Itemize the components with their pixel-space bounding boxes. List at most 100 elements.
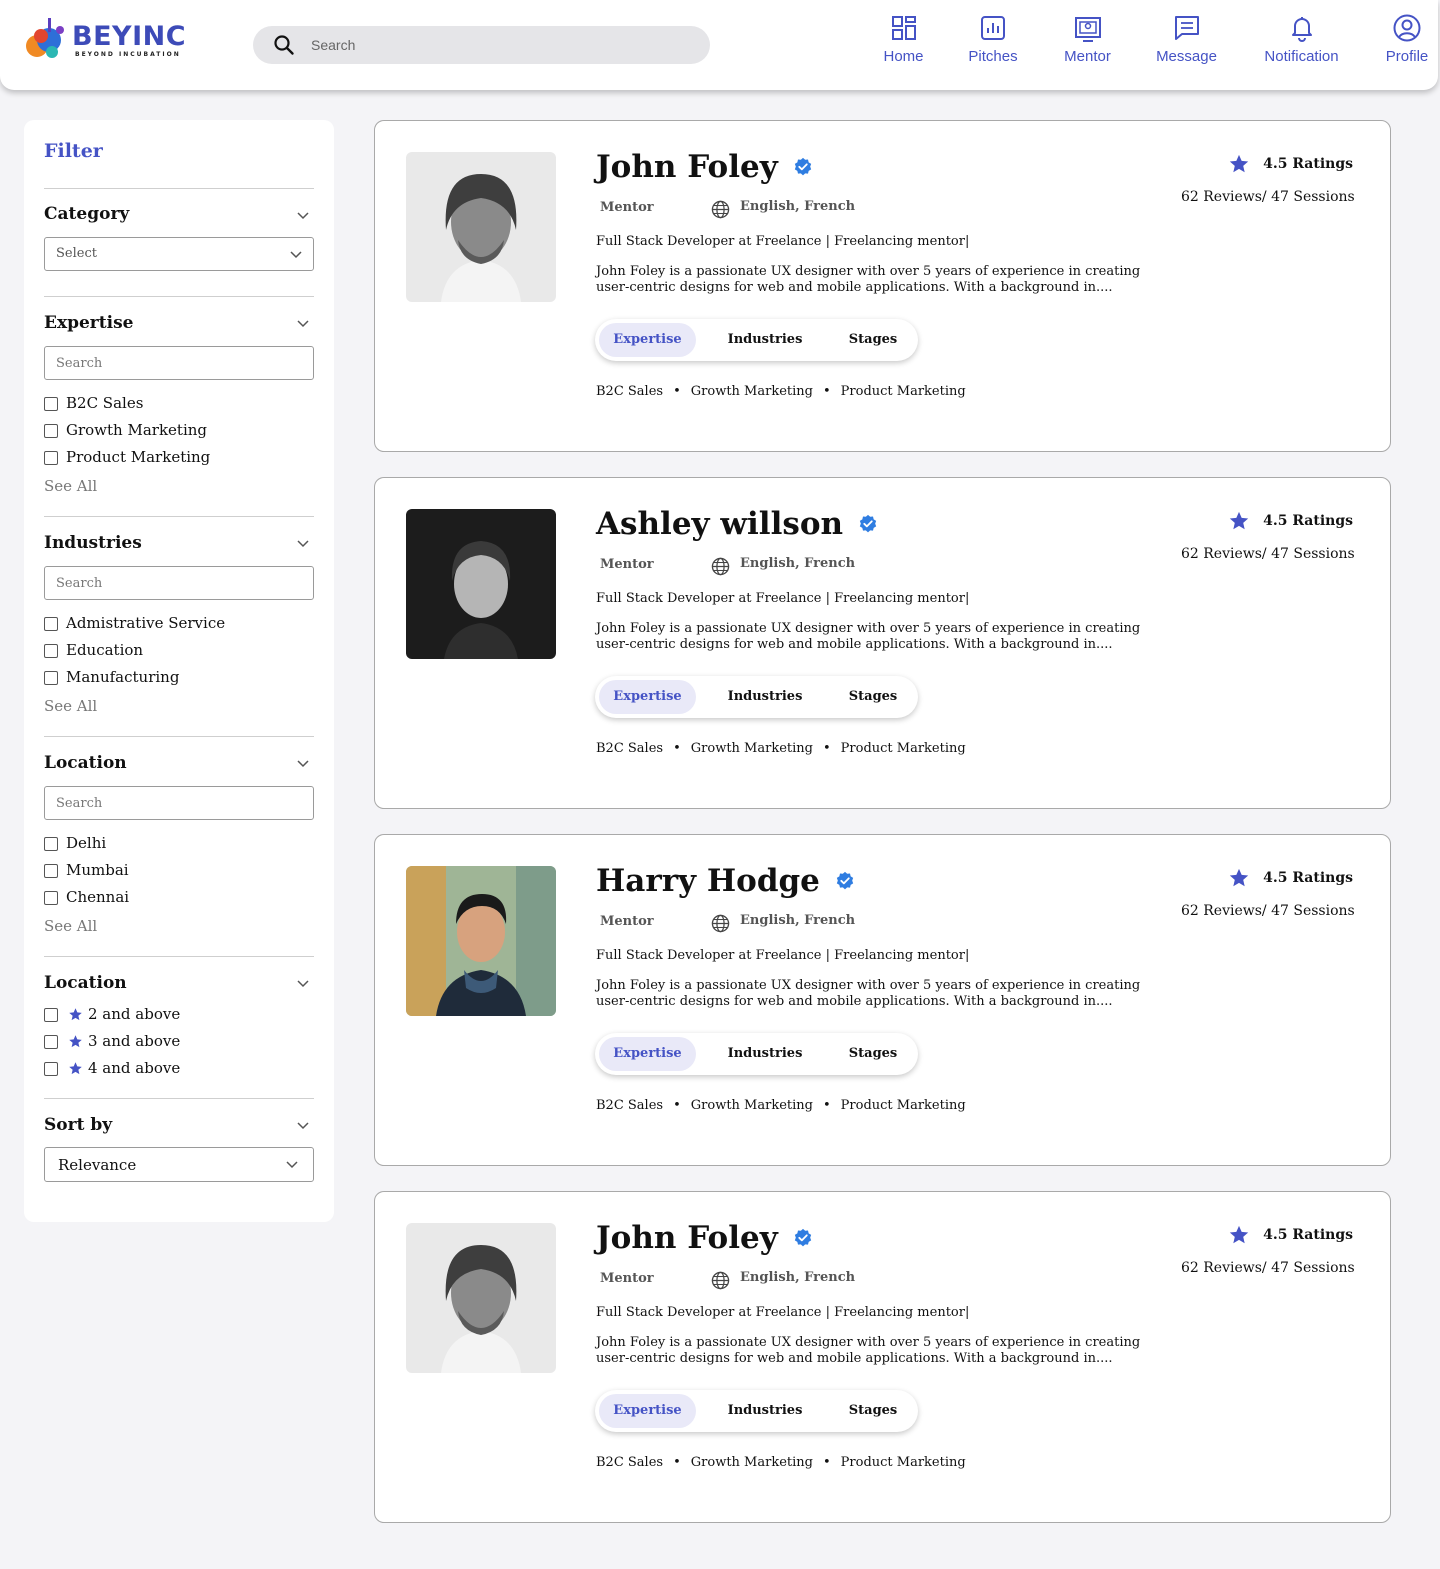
nav-home[interactable]: Home [876,14,931,76]
mentor-bio: John Foley is a passionate UX designer w… [596,621,1141,652]
rating-text: 4.5 Ratings [1263,156,1353,172]
mentor-card[interactable]: John Foley Mentor English, French Full S… [374,1191,1391,1523]
checkbox-label: B2C Sales [66,394,144,412]
chevron-down-icon [286,1161,298,1169]
star-icon [69,1062,82,1075]
mentor-role: Mentor [600,914,654,929]
location-search-input[interactable] [44,786,314,820]
checkbox[interactable] [44,1008,58,1022]
mentor-tabs: Expertise Industries Stages [595,1390,918,1432]
nav-profile[interactable]: Profile [1382,14,1432,76]
mentor-headline: Full Stack Developer at Freelance | Free… [596,234,970,249]
mentor-photo[interactable] [406,1223,556,1373]
mentor-name[interactable]: John Foley [596,1220,778,1256]
industries-search-input[interactable] [44,566,314,600]
mentor-card[interactable]: Ashley willson Mentor English, French Fu… [374,477,1391,809]
search-input[interactable] [311,26,691,64]
checkbox[interactable] [44,891,58,905]
industries-title: Industries [44,533,142,553]
industries-see-all-link[interactable]: See All [44,697,97,715]
checkbox[interactable] [44,837,58,851]
profile-icon [1393,14,1421,42]
tab-industries[interactable]: Industries [715,1394,815,1428]
checkbox-label: Delhi [66,834,107,852]
mentor-name-row: John Foley [596,1220,813,1262]
checkbox-label: 2 and above [88,1005,181,1023]
global-search [253,26,710,64]
mentor-rating: 4.5 Ratings [1228,1224,1353,1246]
tab-industries[interactable]: Industries [715,323,815,357]
chevron-down-icon[interactable] [297,1122,309,1130]
checkbox[interactable] [44,671,58,685]
star-icon [1229,1225,1249,1244]
globe-icon [711,557,730,576]
tab-industries[interactable]: Industries [715,1037,815,1071]
checkbox[interactable] [44,1062,58,1076]
tab-stages[interactable]: Stages [833,1037,913,1071]
mentor-name-row: Ashley willson [596,506,878,548]
nav-mentor[interactable]: Mentor [1060,14,1115,76]
mentor-bio: John Foley is a passionate UX designer w… [596,264,1141,295]
filter-title: Filter [44,140,103,162]
checkbox-label: Product Marketing [66,448,211,466]
location-see-all-link[interactable]: See All [44,917,97,935]
mentor-headline: Full Stack Developer at Freelance | Free… [596,591,970,606]
tab-expertise[interactable]: Expertise [599,323,696,357]
checkbox[interactable] [44,424,58,438]
tag: Growth Marketing [690,1098,813,1113]
tab-stages[interactable]: Stages [833,323,913,357]
tab-stages[interactable]: Stages [833,680,913,714]
search-icon[interactable] [273,34,295,56]
nav-notification[interactable]: Notification [1259,14,1344,76]
mentor-icon [1074,17,1101,42]
divider [44,1098,314,1099]
tab-expertise[interactable]: Expertise [599,680,696,714]
mentor-name[interactable]: Harry Hodge [596,863,820,899]
checkbox[interactable] [44,451,58,465]
checkbox[interactable] [44,864,58,878]
tab-industries[interactable]: Industries [715,680,815,714]
mentor-reviews: 62 Reviews/ 47 Sessions [1181,1260,1355,1276]
mentor-headline: Full Stack Developer at Freelance | Free… [596,948,970,963]
tab-expertise[interactable]: Expertise [599,1394,696,1428]
mentor-photo[interactable] [406,152,556,302]
mentor-photo[interactable] [406,866,556,1016]
chevron-down-icon[interactable] [297,980,309,988]
mentor-card[interactable]: John Foley Mentor English, French Full S… [374,120,1391,452]
divider [44,736,314,737]
tag: B2C Sales [596,384,664,399]
bullet-separator: • [673,741,681,756]
mentor-rating: 4.5 Ratings [1228,510,1353,532]
beyinc-logo[interactable]: BEYINC BEYOND INCUBATION [22,16,192,64]
bullet-separator: • [673,1455,681,1470]
nav-pitches[interactable]: Pitches [963,14,1023,76]
verified-badge-icon [859,514,877,533]
checkbox[interactable] [44,617,58,631]
nav-home-label: Home [883,48,924,65]
chevron-down-icon[interactable] [297,212,309,220]
chevron-down-icon[interactable] [297,320,309,328]
mentor-card[interactable]: Harry Hodge Mentor English, French Full … [374,834,1391,1166]
checkbox-label: Chennai [66,888,130,906]
mentor-reviews: 62 Reviews/ 47 Sessions [1181,189,1355,205]
nav-profile-label: Profile [1385,48,1429,65]
category-select[interactable]: Select [44,237,314,271]
expertise-search-input[interactable] [44,346,314,380]
tab-expertise[interactable]: Expertise [599,1037,696,1071]
mentor-portrait-image [406,509,556,659]
mentor-name[interactable]: John Foley [596,149,778,185]
mentor-name[interactable]: Ashley willson [596,506,843,542]
chevron-down-icon[interactable] [297,540,309,548]
checkbox[interactable] [44,644,58,658]
sort-by-select[interactable]: Relevance [44,1147,314,1182]
nav-notification-label: Notification [1264,48,1339,65]
checkbox[interactable] [44,1035,58,1049]
tab-stages[interactable]: Stages [833,1394,913,1428]
mentor-headline: Full Stack Developer at Freelance | Free… [596,1305,970,1320]
mentor-photo[interactable] [406,509,556,659]
nav-message[interactable]: Message [1153,14,1220,76]
expertise-see-all-link[interactable]: See All [44,477,97,495]
chevron-down-icon[interactable] [297,760,309,768]
checkbox[interactable] [44,397,58,411]
mentor-reviews: 62 Reviews/ 47 Sessions [1181,903,1355,919]
